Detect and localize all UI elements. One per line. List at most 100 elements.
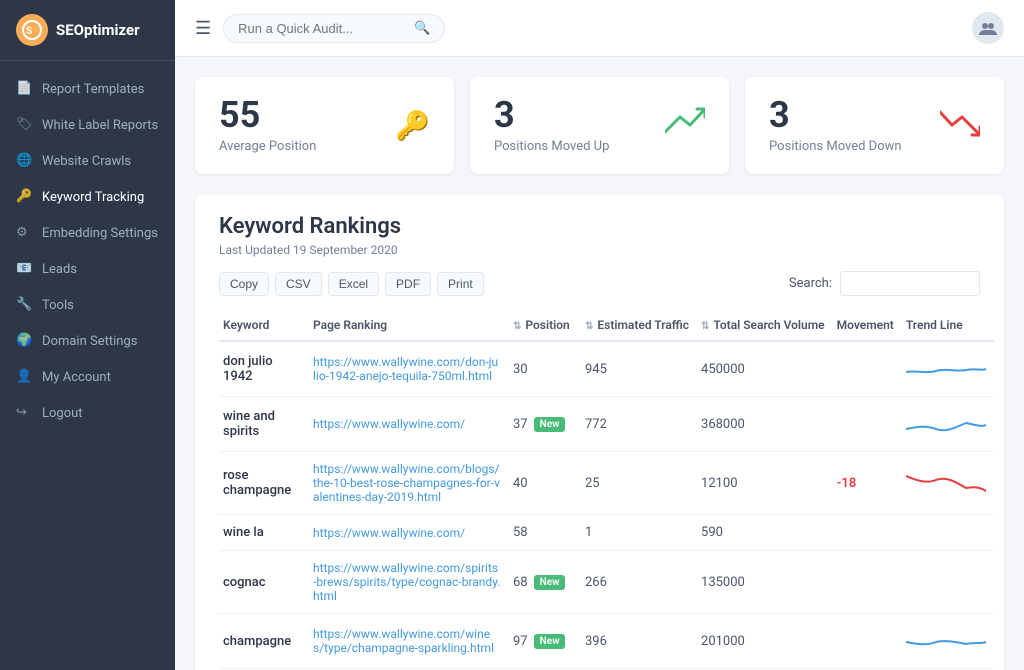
cell-url[interactable]: https://www.wallywine.com/ (309, 397, 509, 452)
ctrl-btn-copy[interactable]: Copy (219, 272, 269, 296)
position-value: 37 (513, 417, 528, 432)
hamburger-icon[interactable]: ☰ (195, 18, 211, 39)
cell-total-search-volume: 201000 (697, 614, 833, 669)
nav-label-logout: Logout (42, 406, 83, 421)
table-row: champagne https://www.wallywine.com/wine… (219, 614, 994, 669)
position-value: 58 (513, 525, 528, 540)
cell-url[interactable]: https://www.wallywine.com/wines/type/cha… (309, 614, 509, 669)
stat-number-avg: 55 (219, 97, 316, 133)
ctrl-btn-print[interactable]: Print (437, 272, 484, 296)
stat-info-up: 3 Positions Moved Up (494, 97, 609, 154)
cell-trend-line (902, 515, 994, 551)
sidebar-item-leads[interactable]: 📧 Leads (0, 251, 175, 287)
cell-url[interactable]: https://www.wallywine.com/spirits-brews/… (309, 551, 509, 614)
sidebar-item-domain-settings[interactable]: 🌍 Domain Settings (0, 323, 175, 359)
ctrl-btn-csv[interactable]: CSV (275, 272, 322, 296)
cell-estimated-traffic: 396 (581, 614, 697, 669)
badge-new: New (534, 417, 566, 432)
stat-number-down: 3 (769, 97, 902, 133)
cell-position: 68 New (509, 551, 581, 614)
col-estimated-traffic[interactable]: ⇅Estimated Traffic (581, 310, 697, 341)
stat-label-avg: Average Position (219, 139, 316, 154)
nav-icon-website-crawls: 🌐 (16, 153, 32, 169)
position-value: 97 (513, 634, 528, 649)
stat-icon-avg: 🔑 (395, 109, 430, 142)
table-row: don julio 1942 https://www.wallywine.com… (219, 341, 994, 397)
nav-icon-tools: 🔧 (16, 297, 32, 313)
cell-movement (833, 551, 902, 614)
cell-estimated-traffic: 25 (581, 452, 697, 515)
sidebar-item-tools[interactable]: 🔧 Tools (0, 287, 175, 323)
sidebar-item-white-label-reports[interactable]: 🏷 White Label Reports (0, 107, 175, 143)
cell-trend-line (902, 551, 994, 614)
stat-label-down: Positions Moved Down (769, 139, 902, 154)
badge-new: New (534, 575, 566, 590)
sidebar-item-my-account[interactable]: 👤 My Account (0, 359, 175, 395)
cell-movement (833, 341, 902, 397)
cell-movement (833, 614, 902, 669)
nav-label-white-label-reports: White Label Reports (42, 118, 158, 133)
cell-keyword: cognac (219, 551, 309, 614)
col-total-search-volume[interactable]: ⇅Total Search Volume (697, 310, 833, 341)
position-value: 30 (513, 362, 528, 377)
cell-total-search-volume: 590 (697, 515, 833, 551)
stat-icon-up (665, 107, 705, 145)
cell-movement (833, 515, 902, 551)
cell-trend-line (902, 614, 994, 669)
cell-estimated-traffic: 772 (581, 397, 697, 452)
table-head: KeywordPage Ranking⇅Position⇅Estimated T… (219, 310, 994, 341)
rankings-title: Keyword Rankings (219, 214, 980, 239)
nav-icon-keyword-tracking: 🔑 (16, 189, 32, 205)
search-input[interactable] (238, 21, 408, 36)
cell-keyword: wine and spirits (219, 397, 309, 452)
sidebar-item-logout[interactable]: ↪ Logout (0, 395, 175, 431)
cell-keyword: don julio 1942 (219, 341, 309, 397)
cell-keyword: wine la (219, 515, 309, 551)
col-movement: Movement (833, 310, 902, 341)
nav-label-leads: Leads (42, 262, 77, 277)
table-search-input[interactable] (840, 271, 980, 296)
cell-total-search-volume: 12100 (697, 452, 833, 515)
position-value: 68 (513, 575, 528, 590)
cell-keyword: rose champagne (219, 452, 309, 515)
nav-icon-report-templates: 📄 (16, 81, 32, 97)
cell-total-search-volume: 368000 (697, 397, 833, 452)
ctrl-btn-pdf[interactable]: PDF (385, 272, 431, 296)
sort-icon: ⇅ (513, 321, 521, 332)
cell-estimated-traffic: 1 (581, 515, 697, 551)
sidebar-item-website-crawls[interactable]: 🌐 Website Crawls (0, 143, 175, 179)
sidebar-logo: S SEOptimizer (0, 0, 175, 61)
cell-url[interactable]: https://www.wallywine.com/ (309, 515, 509, 551)
col-trend-line: Trend Line (902, 310, 994, 341)
cell-url[interactable]: https://www.wallywine.com/don-julio-1942… (309, 341, 509, 397)
cell-url[interactable]: https://www.wallywine.com/blogs/the-10-b… (309, 452, 509, 515)
nav-icon-leads: 📧 (16, 261, 32, 277)
stat-icon-down (940, 107, 980, 145)
sidebar-item-embedding-settings[interactable]: ⚙ Embedding Settings (0, 215, 175, 251)
cell-position: 30 (509, 341, 581, 397)
col-position[interactable]: ⇅Position (509, 310, 581, 341)
rankings-subtitle: Last Updated 19 September 2020 (219, 243, 980, 257)
nav-icon-embedding-settings: ⚙ (16, 225, 32, 241)
stats-row: 55 Average Position 🔑 3 Positions Moved … (195, 77, 1004, 174)
table-row: cognac https://www.wallywine.com/spirits… (219, 551, 994, 614)
ctrl-btn-excel[interactable]: Excel (328, 272, 379, 296)
sort-icon: ⇅ (701, 321, 709, 332)
nav-label-keyword-tracking: Keyword Tracking (42, 190, 144, 205)
nav-icon-domain-settings: 🌍 (16, 333, 32, 349)
cell-trend-line (902, 341, 994, 397)
svg-text:S: S (26, 26, 32, 37)
cell-position: 97 New (509, 614, 581, 669)
rankings-table: KeywordPage Ranking⇅Position⇅Estimated T… (219, 310, 994, 670)
sidebar-item-keyword-tracking[interactable]: 🔑 Keyword Tracking (0, 179, 175, 215)
sidebar-item-report-templates[interactable]: 📄 Report Templates (0, 71, 175, 107)
table-row: wine la https://www.wallywine.com/ 58 1 … (219, 515, 994, 551)
stat-label-up: Positions Moved Up (494, 139, 609, 154)
cell-trend-line (902, 397, 994, 452)
content-area: 55 Average Position 🔑 3 Positions Moved … (175, 57, 1024, 670)
quick-audit-search[interactable]: 🔍 (223, 14, 445, 43)
user-avatar[interactable] (972, 12, 1004, 44)
main-area: ☰ 🔍 55 Average Position 🔑 (175, 0, 1024, 670)
movement-value: -18 (837, 476, 857, 491)
search-label: Search: (789, 276, 832, 291)
